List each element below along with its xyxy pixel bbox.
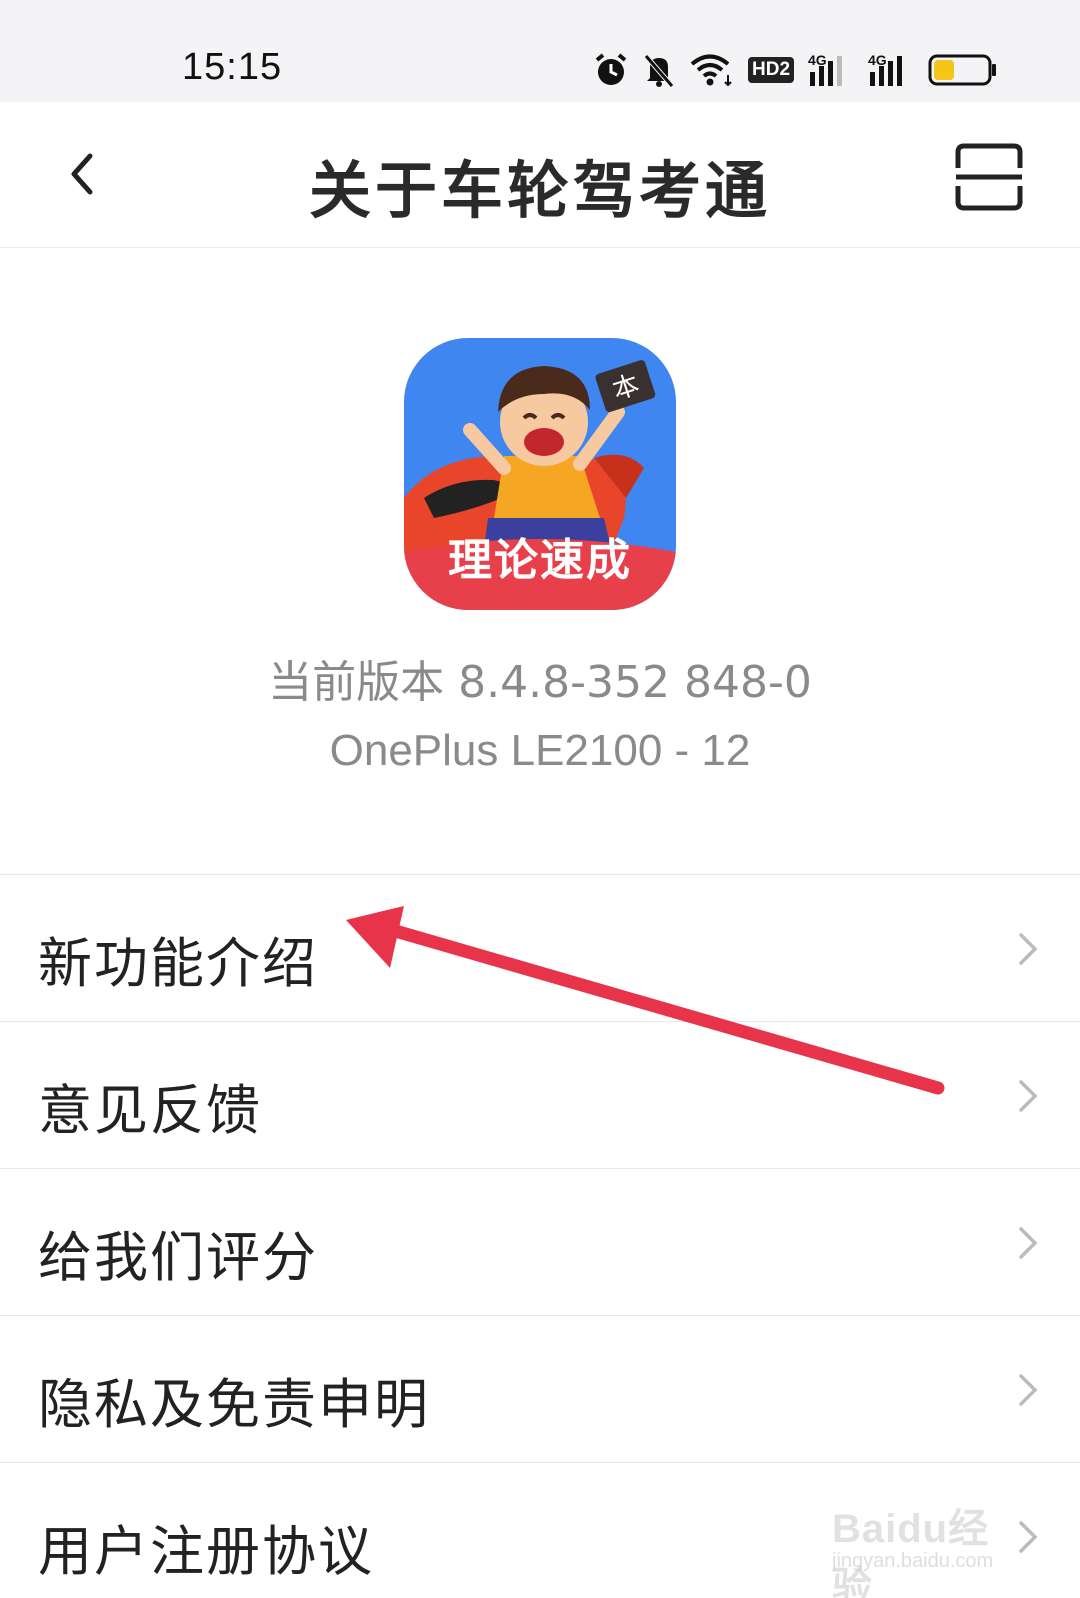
svg-text:4G: 4G [868, 52, 887, 68]
chevron-right-icon [1019, 1521, 1038, 1553]
menu-item-label: 隐私及免责申明 [38, 1373, 430, 1436]
mute-bell-icon [644, 54, 674, 88]
menu-item-label: 意见反馈 [38, 1079, 262, 1142]
scan-button[interactable] [954, 142, 1024, 212]
menu-item-label: 用户注册协议 [38, 1520, 374, 1583]
chevron-right-icon [1019, 933, 1038, 965]
menu-item-label: 新功能介绍 [38, 932, 318, 995]
scan-icon [955, 143, 1023, 211]
battery-icon [928, 54, 997, 86]
menu-item-feedback[interactable]: 意见反馈 [0, 1021, 1080, 1168]
menu-item-privacy[interactable]: 隐私及免责申明 [0, 1315, 1080, 1462]
status-bar: 15:15 HD2 4G 4G [0, 0, 1080, 102]
alarm-icon [595, 53, 627, 85]
device-text: OnePlus LE2100 - 12 [329, 726, 751, 775]
menu-item-label: 给我们评分 [38, 1226, 318, 1289]
signal-4g-icon: 4G [868, 52, 903, 86]
chevron-right-icon [1019, 1227, 1038, 1259]
chevron-right-icon [1019, 1374, 1038, 1406]
page-title: 关于车轮驾考通 [308, 154, 771, 227]
version-text: 当前版本 8.4.8-352 848-0 [268, 657, 812, 708]
menu-list: 新功能介绍 意见反馈 给我们评分 隐私及免责申明 用户注册协议 [0, 874, 1080, 1598]
hd-icon: HD2 [748, 57, 795, 83]
app-header: 关于车轮驾考通 [0, 102, 1080, 248]
status-icons: HD2 4G 4G [594, 50, 998, 90]
wifi-icon [690, 54, 732, 87]
menu-item-rate-us[interactable]: 给我们评分 [0, 1168, 1080, 1315]
svg-text:4G: 4G [808, 52, 827, 68]
chevron-right-icon [1019, 1080, 1038, 1112]
status-time: 15:15 [182, 46, 283, 88]
app-logo-illustration: 本 [404, 338, 676, 610]
app-logo: 本 理论速成 [404, 338, 676, 610]
menu-item-user-agreement[interactable]: 用户注册协议 [0, 1462, 1080, 1598]
signal-4g-icon: 4G [808, 52, 843, 86]
menu-item-new-features[interactable]: 新功能介绍 [0, 874, 1080, 1021]
